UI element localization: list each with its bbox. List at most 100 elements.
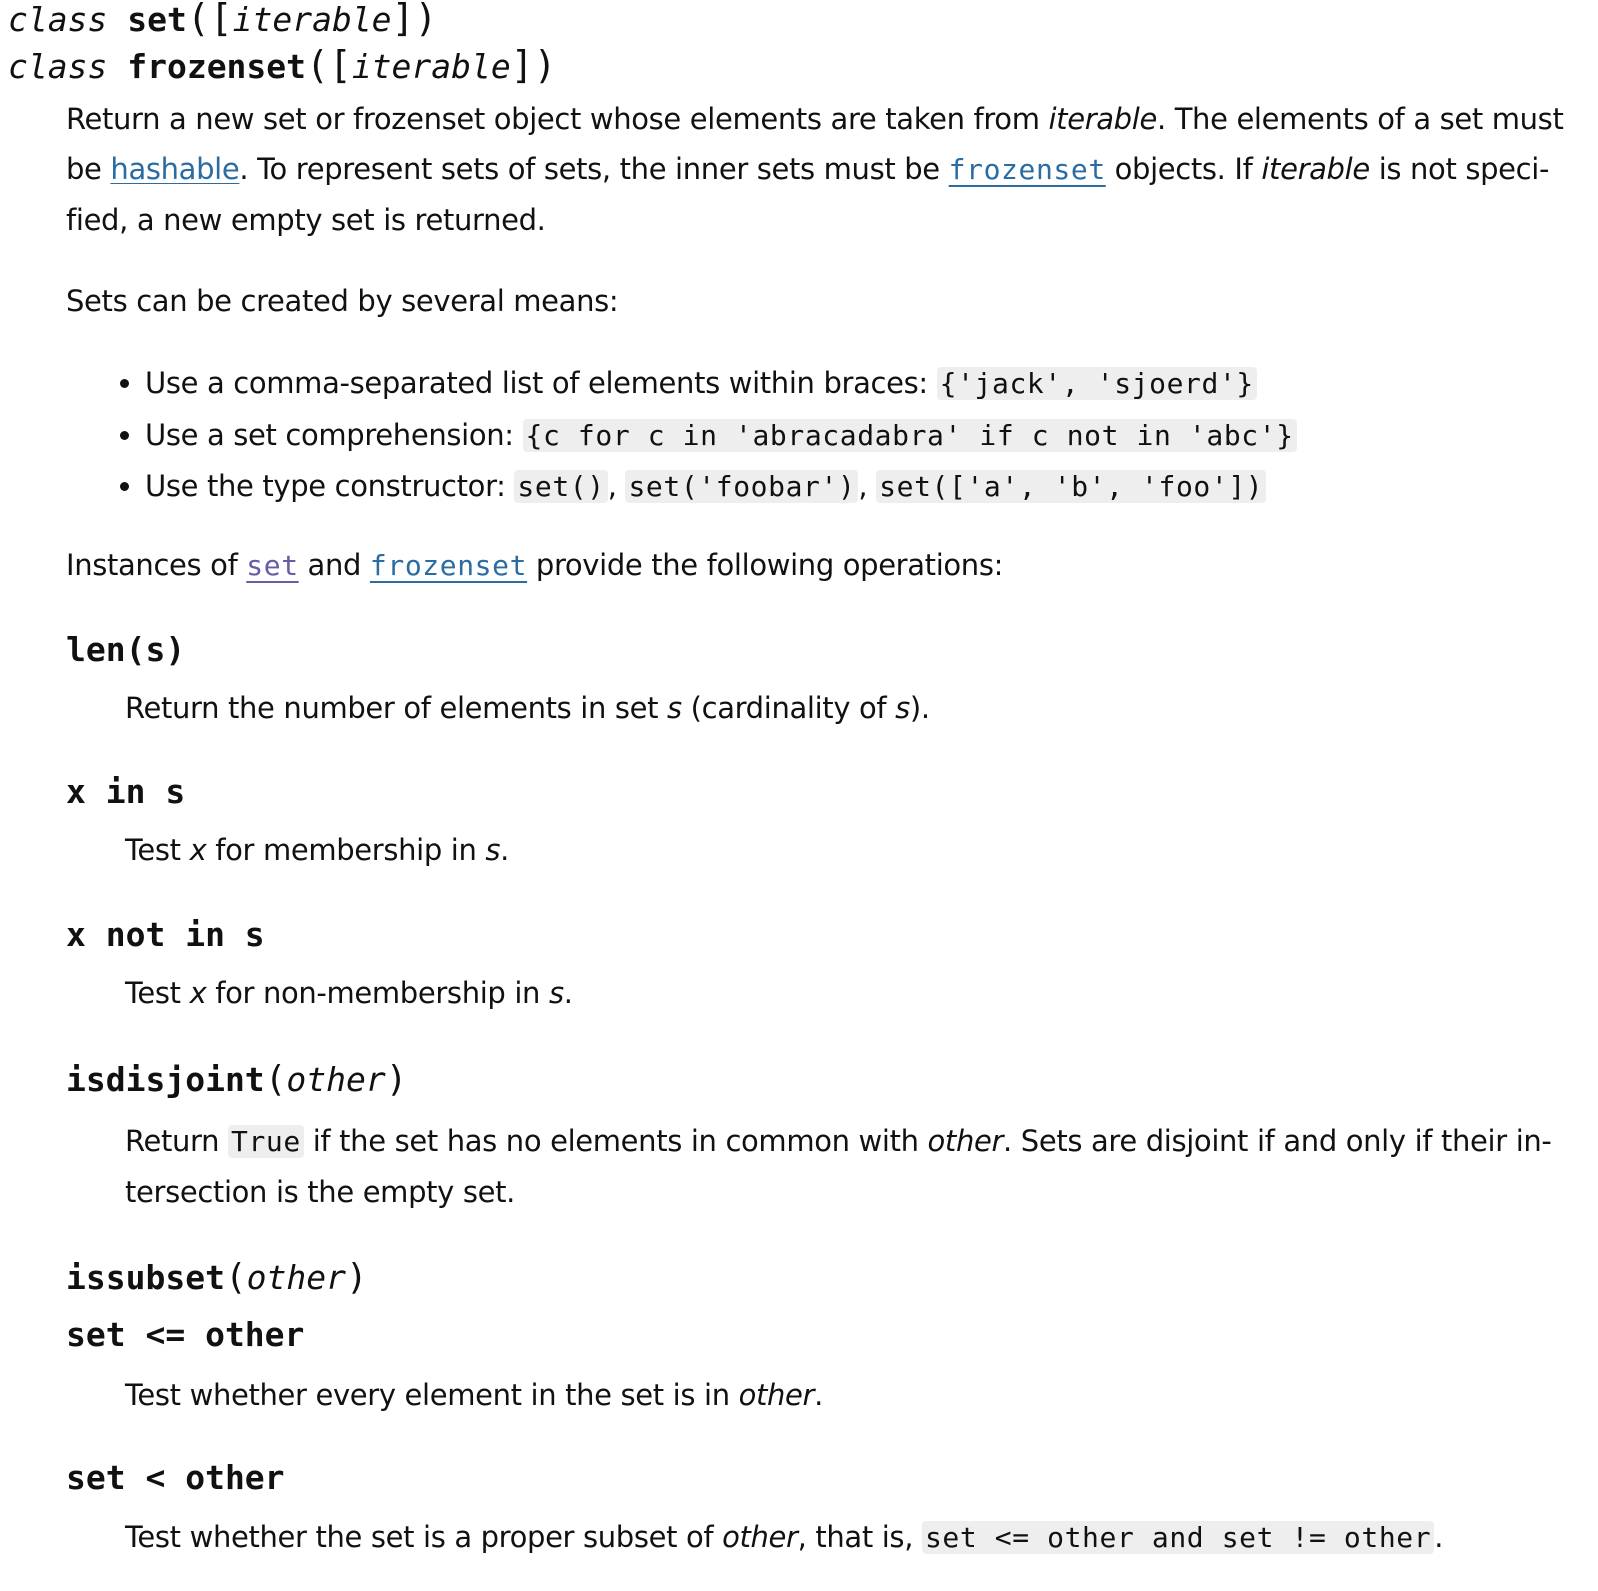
code-literal: set('foobar'): [625, 470, 859, 503]
text: and: [298, 548, 370, 582]
text: Use a set comprehension:: [145, 417, 523, 452]
open-paren: (: [264, 1059, 287, 1100]
means-list: Use a comma-separated list of elements w…: [98, 358, 1297, 513]
text: Test: [125, 976, 190, 1010]
list-item: Use the type constructor: set(), set('fo…: [145, 461, 1297, 513]
method-in-heading: x in s: [66, 772, 186, 811]
text: Test: [125, 833, 190, 867]
code-literal: {'jack', 'sjoerd'}: [936, 367, 1257, 400]
s-emphasis: s: [548, 976, 564, 1010]
text: Return the number of elements in set: [125, 691, 667, 725]
intro-paragraph: Return a new set or frozenset object who…: [66, 94, 1564, 245]
text: Use a comma-separated list of elements w…: [145, 366, 937, 400]
signature-open-bracket: [: [209, 0, 233, 40]
list-item: Use a set comprehension: {c for c in 'ab…: [145, 410, 1297, 462]
text: Test whether every element in the set is…: [125, 1378, 739, 1412]
text: . The elements of a set must: [1156, 102, 1564, 136]
text: provide the following operations:: [527, 548, 1004, 582]
text: objects. If: [1105, 152, 1262, 186]
signature-keyword: class: [8, 0, 108, 39]
s-emphasis: s: [895, 691, 910, 725]
method-issubset-description: Test whether every element in the set is…: [125, 1370, 823, 1420]
method-name: isdisjoint: [66, 1060, 265, 1099]
code-literal: set(): [514, 470, 608, 503]
x-emphasis: x: [189, 833, 207, 867]
text: .: [500, 833, 510, 867]
set-link[interactable]: set: [246, 549, 298, 582]
x-emphasis: x: [189, 976, 207, 1010]
method-issubset-alt-heading: set <= other: [66, 1315, 305, 1354]
signature-name: frozenset: [127, 47, 307, 86]
signature-param: iterable: [351, 47, 511, 86]
code-literal: set <= other and set != other: [921, 1521, 1435, 1554]
signature-open-bracket: [: [328, 43, 352, 87]
desc-line-2: tersection is the empty set.: [125, 1175, 515, 1209]
method-len-description: Return the number of elements in set s (…: [125, 683, 930, 733]
method-not-in-description: Test x for non-membership in s.: [125, 968, 573, 1018]
close-paren: ): [385, 1059, 408, 1100]
text: .: [1434, 1520, 1444, 1554]
intro-line-3: fied, a new empty set is returned.: [66, 203, 546, 237]
signature-close-paren: ): [533, 43, 557, 87]
other-emphasis: other: [927, 1124, 1004, 1158]
text: (cardinality of: [681, 691, 896, 725]
code-literal: True: [228, 1125, 304, 1158]
list-item: Use a comma-separated list of elements w…: [145, 358, 1297, 410]
method-len-heading: len(s): [66, 630, 186, 669]
other-emphasis: other: [722, 1520, 798, 1554]
text: be: [66, 152, 111, 186]
text: ,: [858, 469, 877, 503]
code-literal: set(['a', 'b', 'foo']): [876, 470, 1267, 503]
desc-line-1: Return True if the set has no elements i…: [125, 1116, 1552, 1167]
iterable-emphasis: iterable: [1048, 102, 1157, 136]
method-in-description: Test x for membership in s.: [125, 825, 509, 875]
signature-open-paren: (: [306, 43, 329, 87]
signature-frozenset: class frozenset([iterable]): [8, 43, 557, 89]
text: if the set has no elements in common wit…: [303, 1124, 928, 1158]
text: for membership in: [206, 833, 486, 867]
method-proper-subset-heading: set < other: [66, 1458, 285, 1497]
text: Instances of: [66, 548, 247, 582]
method-name: issubset: [66, 1258, 225, 1297]
method-proper-subset-description: Test whether the set is a proper subset …: [125, 1512, 1443, 1563]
frozenset-link[interactable]: frozenset: [370, 549, 527, 582]
open-paren: (: [224, 1257, 247, 1298]
param: other: [286, 1060, 386, 1099]
other-emphasis: other: [738, 1378, 815, 1412]
code-literal: {c for c in 'abracadabra' if c not in 'a…: [522, 418, 1297, 452]
param: other: [246, 1258, 346, 1297]
signature-keyword: class: [8, 47, 108, 86]
signature-close-bracket: ]: [391, 0, 415, 40]
text: ,: [607, 469, 626, 503]
intro-line-1: Return a new set or frozenset object who…: [66, 94, 1564, 144]
method-not-in-heading: x not in s: [66, 915, 265, 954]
instances-paragraph: Instances of set and frozenset provide t…: [66, 540, 1003, 591]
text: is not speci-: [1369, 152, 1550, 186]
s-emphasis: s: [667, 691, 682, 725]
signature-param: iterable: [232, 0, 392, 39]
text: for non-membership in: [206, 976, 549, 1010]
text: .: [814, 1378, 823, 1412]
text: Use the type constructor:: [145, 469, 515, 503]
method-isdisjoint-heading: isdisjoint(other): [66, 1058, 407, 1102]
s-emphasis: s: [485, 833, 501, 867]
means-intro: Sets can be created by several means:: [66, 284, 619, 318]
text: . Sets are disjoint if and only if their…: [1003, 1124, 1552, 1158]
signature-name: set: [127, 0, 187, 39]
method-isdisjoint-description: Return True if the set has no elements i…: [125, 1116, 1552, 1217]
documentation-page: class set([iterable]) class frozenset([i…: [0, 0, 1598, 1591]
signature-close-bracket: ]: [510, 43, 534, 87]
signature-close-paren: ): [414, 0, 438, 40]
iterable-emphasis: iterable: [1261, 152, 1370, 186]
intro-line-2: be hashable. To represent sets of sets, …: [66, 144, 1563, 195]
frozenset-link[interactable]: frozenset: [949, 153, 1106, 186]
text: .: [563, 976, 573, 1010]
signature-set: class set([iterable]): [8, 0, 437, 42]
text: , that is,: [797, 1520, 922, 1554]
text: Test whether the set is a proper subset …: [125, 1520, 723, 1554]
text: . To represent sets of sets, the inner s…: [239, 152, 949, 186]
signature-open-paren: (: [186, 0, 210, 40]
hashable-link[interactable]: hashable: [110, 152, 239, 186]
text: Return: [125, 1124, 229, 1158]
text: ).: [909, 691, 930, 725]
